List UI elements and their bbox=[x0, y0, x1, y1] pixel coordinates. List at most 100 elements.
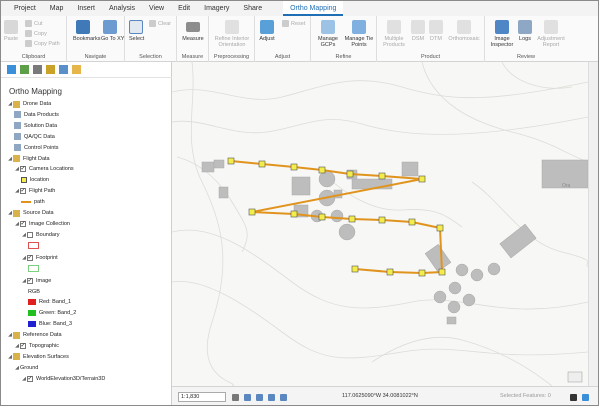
tree-item[interactable] bbox=[28, 241, 42, 251]
tree-item[interactable]: ◢ Ground bbox=[14, 363, 38, 373]
tree-item[interactable]: Red: Band_1 bbox=[28, 297, 71, 307]
tab-project[interactable]: Project bbox=[7, 1, 43, 16]
tree-item[interactable]: ◢Footprint bbox=[21, 253, 58, 263]
scale-selector[interactable]: 1:1,830 bbox=[178, 392, 226, 402]
tab-view[interactable]: View bbox=[142, 1, 171, 16]
reset-button[interactable]: Reset bbox=[282, 20, 305, 27]
clear-selection-button[interactable]: Clear bbox=[149, 20, 171, 27]
paste-button[interactable]: Paste bbox=[4, 20, 18, 42]
tree-item[interactable]: ◢Image Collection bbox=[14, 219, 70, 229]
list-by-editing-icon[interactable] bbox=[46, 65, 55, 74]
tree-item[interactable]: Data Products bbox=[14, 110, 59, 120]
adjustment-report-button[interactable]: Adjustment Report bbox=[536, 20, 566, 48]
tree-item-label: QA/QC Data bbox=[24, 133, 55, 140]
tree-item-label: Boundary bbox=[36, 231, 60, 238]
cut-button[interactable]: Cut bbox=[25, 20, 43, 27]
list-by-drawing-order-icon[interactable] bbox=[7, 65, 16, 74]
folder-icon bbox=[13, 353, 20, 361]
dtm-button[interactable]: DTM bbox=[429, 20, 443, 42]
refine-interior-orientation-button[interactable]: Refine Interior Orientation bbox=[211, 20, 253, 48]
tree-item[interactable]: ◢ Drone Data bbox=[7, 99, 51, 109]
tree-item[interactable] bbox=[28, 264, 42, 274]
camera-location bbox=[436, 224, 444, 232]
gcp-icon bbox=[321, 20, 335, 34]
select-button[interactable]: Select bbox=[129, 20, 144, 42]
tab-imagery[interactable]: Imagery bbox=[197, 1, 236, 16]
green-band-swatch bbox=[28, 310, 36, 317]
tree-item[interactable]: ◢Camera Locations bbox=[14, 164, 74, 174]
tree-item[interactable]: ◢Flight Path bbox=[14, 186, 55, 196]
tree-item[interactable]: QA/QC Data bbox=[14, 132, 55, 142]
visibility-checkbox[interactable] bbox=[27, 374, 33, 384]
multiple-products-button[interactable]: Multiple Products bbox=[381, 20, 407, 48]
image-inspector-button[interactable]: Image Inspector bbox=[489, 20, 515, 48]
tab-ortho-mapping[interactable]: Ortho Mapping bbox=[283, 1, 344, 16]
logs-button[interactable]: Logs bbox=[517, 20, 533, 42]
flight-path-layer bbox=[230, 160, 444, 275]
orthomosaic-button[interactable]: Orthomosaic bbox=[447, 20, 481, 42]
measure-button[interactable]: Measure bbox=[180, 20, 206, 42]
tree-item[interactable]: ◢Image bbox=[21, 276, 51, 286]
visibility-checkbox[interactable] bbox=[27, 253, 33, 263]
line-symbol-icon bbox=[21, 201, 31, 204]
visibility-checkbox[interactable] bbox=[27, 231, 33, 238]
list-by-source-icon[interactable] bbox=[20, 65, 29, 74]
tree-item[interactable]: location bbox=[21, 175, 49, 185]
navigator-icon[interactable] bbox=[268, 394, 275, 401]
tree-item[interactable]: Green: Band_2 bbox=[28, 308, 76, 318]
dsm-button[interactable]: DSM bbox=[411, 20, 425, 42]
preprocessing-group-label: Preprocessing bbox=[213, 54, 250, 60]
adjust-button[interactable]: Adjust bbox=[258, 20, 276, 42]
visibility-checkbox[interactable] bbox=[20, 219, 26, 229]
tab-map[interactable]: Map bbox=[43, 1, 71, 16]
camera-location bbox=[290, 163, 298, 171]
tree-item[interactable]: path bbox=[21, 197, 45, 207]
tree-item[interactable]: Blue: Band_3 bbox=[28, 319, 72, 329]
list-by-labeling-icon[interactable] bbox=[72, 65, 81, 74]
tree-item[interactable]: ◢ Flight Data bbox=[7, 154, 50, 164]
tree-item-label: Camera Locations bbox=[29, 166, 74, 173]
manage-gcps-button[interactable]: Manage GCPs bbox=[314, 20, 342, 48]
tree-item[interactable]: ◢ Elevation Surfaces bbox=[7, 352, 69, 362]
snapping-icon[interactable] bbox=[280, 394, 287, 401]
tab-analysis[interactable]: Analysis bbox=[102, 1, 142, 16]
map-scrollbar[interactable] bbox=[588, 62, 598, 386]
dataset-icon bbox=[14, 122, 21, 130]
fixed-zoom-icon[interactable] bbox=[244, 394, 251, 401]
tab-edit[interactable]: Edit bbox=[171, 1, 197, 16]
clear-icon bbox=[149, 20, 156, 27]
manage-tie-points-button[interactable]: Manage Tie Points bbox=[344, 20, 374, 48]
interior-orientation-icon bbox=[225, 20, 239, 34]
copy-button[interactable]: Copy bbox=[25, 30, 47, 37]
visibility-checkbox[interactable] bbox=[20, 341, 26, 351]
grid-icon[interactable] bbox=[256, 394, 263, 401]
go-to-xy-button[interactable]: Go To XY bbox=[101, 20, 124, 42]
tree-item[interactable]: ◢WorldElevation3D/Terrain3D bbox=[21, 374, 105, 384]
tree-item[interactable]: Control Points bbox=[14, 143, 59, 153]
visibility-checkbox[interactable] bbox=[27, 276, 33, 286]
tab-share[interactable]: Share bbox=[236, 1, 269, 16]
adjust-group: Adjust Reset Adjust bbox=[255, 16, 311, 62]
visibility-checkbox[interactable] bbox=[20, 186, 26, 196]
pause-icon[interactable] bbox=[570, 394, 577, 401]
tree-item[interactable]: RGB bbox=[28, 287, 40, 297]
visibility-checkbox[interactable] bbox=[20, 164, 26, 174]
camera-location bbox=[318, 166, 326, 174]
tab-insert[interactable]: Insert bbox=[70, 1, 102, 16]
tree-item[interactable]: ◢ Boundary bbox=[21, 230, 60, 240]
tree-item-label: Source Data bbox=[23, 210, 54, 216]
red-band-swatch bbox=[28, 299, 36, 306]
refine-group-label: Refine bbox=[335, 54, 352, 60]
list-by-selection-icon[interactable] bbox=[33, 65, 42, 74]
tree-item[interactable]: ◢ Source Data bbox=[7, 208, 54, 218]
bookmarks-button[interactable]: Bookmarks bbox=[73, 20, 101, 42]
tree-item[interactable]: ◢ Reference Data bbox=[7, 330, 62, 340]
copy-path-button[interactable]: Copy Path bbox=[25, 40, 60, 47]
map-overview-icon[interactable] bbox=[567, 371, 583, 383]
tree-item[interactable]: ◢Topographic bbox=[14, 341, 59, 351]
refresh-icon[interactable] bbox=[582, 394, 589, 401]
scale-dropdown-icon[interactable] bbox=[232, 394, 239, 401]
list-by-snapping-icon[interactable] bbox=[59, 65, 68, 74]
tree-item[interactable]: Solution Data bbox=[14, 121, 57, 131]
map-view[interactable]: Ora bbox=[172, 62, 588, 386]
